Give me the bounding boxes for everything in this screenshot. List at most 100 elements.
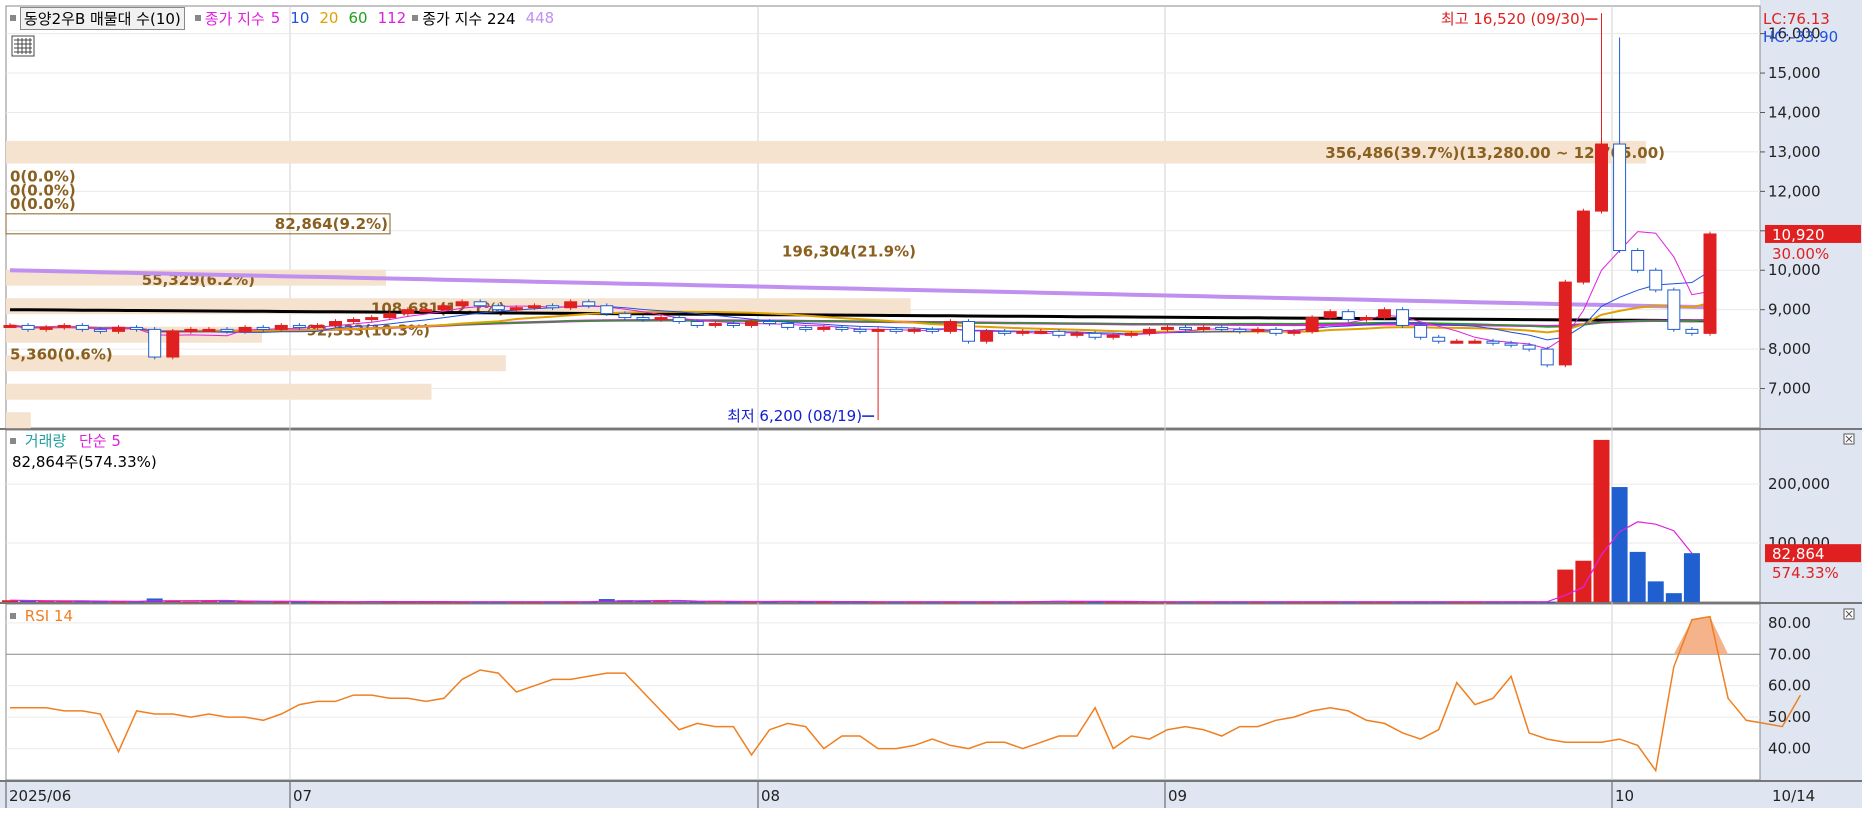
ma2-label[interactable]: 종가 지수 224 xyxy=(422,8,515,29)
candle-body[interactable] xyxy=(473,301,487,307)
candle-body[interactable] xyxy=(1179,326,1193,330)
candle-body[interactable] xyxy=(871,328,885,332)
candle-body[interactable] xyxy=(1522,344,1536,350)
candle-body[interactable] xyxy=(401,309,415,315)
grid-icon[interactable] xyxy=(11,35,35,57)
candle-body[interactable] xyxy=(564,301,578,309)
candle-body[interactable] xyxy=(546,305,560,309)
candle-body[interactable] xyxy=(491,305,505,311)
candle-body[interactable] xyxy=(998,330,1012,334)
candle-body[interactable] xyxy=(1323,311,1337,319)
candle-body[interactable] xyxy=(1558,281,1572,366)
candle-body[interactable] xyxy=(329,321,343,326)
candle-body[interactable] xyxy=(1631,250,1645,271)
candle-body[interactable] xyxy=(1160,326,1174,330)
candle-body[interactable] xyxy=(202,328,216,332)
volume-bar[interactable] xyxy=(1629,551,1646,602)
candle-body[interactable] xyxy=(943,321,957,332)
candle-body[interactable] xyxy=(1540,348,1554,366)
candle-body[interactable] xyxy=(1414,324,1428,338)
candle-body[interactable] xyxy=(148,328,162,358)
candle-body[interactable] xyxy=(1305,317,1319,332)
candle-body[interactable] xyxy=(1649,269,1663,291)
candle-body[interactable] xyxy=(1287,330,1301,334)
candle-body[interactable] xyxy=(1269,328,1283,334)
ma-period-10[interactable]: 10 xyxy=(290,9,309,27)
candle-body[interactable] xyxy=(1106,334,1120,338)
candle-body[interactable] xyxy=(1396,309,1410,326)
volume-bar[interactable] xyxy=(200,601,217,603)
candle-body[interactable] xyxy=(672,317,686,323)
candle-body[interactable] xyxy=(3,324,17,328)
candle-body[interactable] xyxy=(1251,328,1265,332)
volume-bar[interactable] xyxy=(689,601,706,603)
ma-period-448[interactable]: 448 xyxy=(526,9,555,27)
candle-body[interactable] xyxy=(383,313,397,319)
candle-body[interactable] xyxy=(310,324,324,328)
candle-body[interactable] xyxy=(1142,328,1156,334)
candle-body[interactable] xyxy=(75,324,89,330)
candle-body[interactable] xyxy=(1576,210,1590,283)
candle-body[interactable] xyxy=(437,305,451,311)
candle-body[interactable] xyxy=(39,326,53,330)
candle-body[interactable] xyxy=(618,313,632,319)
volume-ma-label[interactable]: 단순 5 xyxy=(79,432,121,450)
candle-body[interactable] xyxy=(57,324,71,328)
candle-body[interactable] xyxy=(1088,332,1102,338)
candle-body[interactable] xyxy=(1233,328,1247,332)
volume-bar[interactable] xyxy=(1593,439,1610,602)
ma-period-5[interactable]: 5 xyxy=(271,9,281,27)
candle-body[interactable] xyxy=(93,328,107,332)
candle-body[interactable] xyxy=(112,326,126,332)
volume-bar[interactable] xyxy=(1611,487,1628,602)
candle-body[interactable] xyxy=(853,328,867,332)
candle-body[interactable] xyxy=(1685,328,1699,334)
candle-body[interactable] xyxy=(1016,330,1030,334)
candle-body[interactable] xyxy=(962,321,976,342)
candle-body[interactable] xyxy=(1594,143,1608,212)
volume-bar[interactable] xyxy=(1575,560,1592,602)
candle-body[interactable] xyxy=(1504,342,1518,346)
ma-period-112[interactable]: 112 xyxy=(378,9,407,27)
ma-label[interactable]: 종가 지수 xyxy=(205,8,265,29)
candle-body[interactable] xyxy=(1215,326,1229,330)
volume-bar[interactable] xyxy=(653,601,670,603)
candle-body[interactable] xyxy=(347,319,361,323)
candle-body[interactable] xyxy=(600,305,614,315)
candle-body[interactable] xyxy=(1486,340,1500,344)
volume-bar[interactable] xyxy=(1665,593,1682,602)
candle-body[interactable] xyxy=(744,321,758,326)
candle-body[interactable] xyxy=(274,324,288,330)
candle-body[interactable] xyxy=(509,307,523,311)
candle-body[interactable] xyxy=(1613,143,1627,252)
candle-body[interactable] xyxy=(1070,332,1084,336)
candle-body[interactable] xyxy=(1124,332,1138,336)
candle-body[interactable] xyxy=(1052,330,1066,336)
candle-body[interactable] xyxy=(763,321,777,325)
candle-body[interactable] xyxy=(889,328,903,332)
candle-body[interactable] xyxy=(1377,309,1391,319)
candle-body[interactable] xyxy=(1667,289,1681,330)
candle-body[interactable] xyxy=(1703,233,1717,334)
candle-body[interactable] xyxy=(925,328,939,332)
candle-body[interactable] xyxy=(292,324,306,328)
candle-body[interactable] xyxy=(419,309,433,313)
candle-body[interactable] xyxy=(636,317,650,321)
ma-period-20[interactable]: 20 xyxy=(319,9,338,27)
candle-body[interactable] xyxy=(781,322,795,328)
candle-body[interactable] xyxy=(220,328,234,332)
candle-body[interactable] xyxy=(817,326,831,330)
candle-body[interactable] xyxy=(582,301,596,307)
candle-body[interactable] xyxy=(166,330,180,358)
volume-label[interactable]: 거래량 xyxy=(25,432,66,450)
candle-body[interactable] xyxy=(527,305,541,309)
candle-body[interactable] xyxy=(1359,317,1373,321)
candle-body[interactable] xyxy=(690,321,704,326)
candle-body[interactable] xyxy=(1341,311,1355,321)
volume-bar[interactable] xyxy=(182,601,199,603)
candle-body[interactable] xyxy=(708,322,722,326)
candle-body[interactable] xyxy=(907,328,921,332)
candle-body[interactable] xyxy=(726,322,740,326)
ma-period-60[interactable]: 60 xyxy=(348,9,367,27)
volume-bar[interactable] xyxy=(1683,553,1700,602)
